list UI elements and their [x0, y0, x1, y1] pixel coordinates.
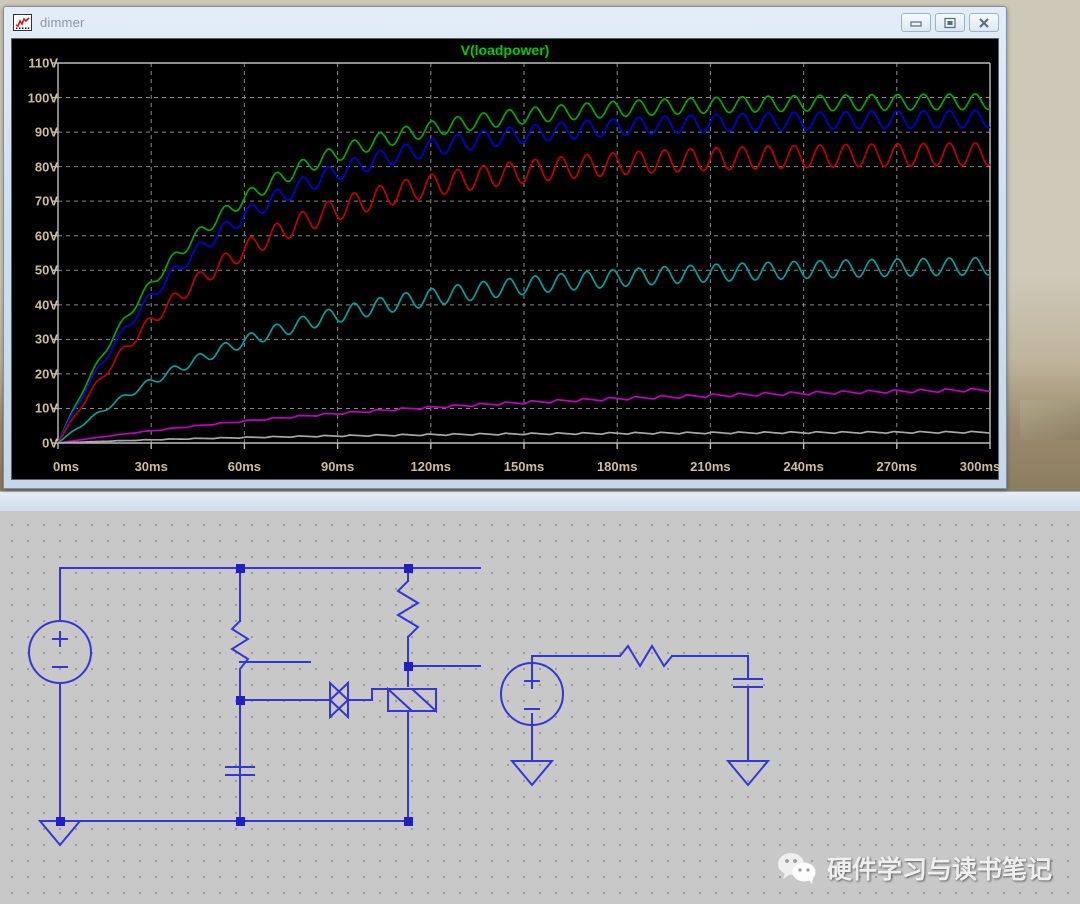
x-tick-label: 150ms	[503, 459, 545, 474]
diac-triangle-left	[329, 680, 350, 720]
watermark: 硬件学习与读书笔记	[777, 850, 1052, 886]
waveform-window[interactable]: dimmer V(loadpower) 0V 10V 20V 30V 40V 5…	[3, 6, 1007, 489]
resistor-r2-symbol	[618, 644, 674, 668]
x-tick-label: 300ms	[959, 459, 1001, 474]
v1-plus-icon	[52, 631, 68, 647]
y-tick-label: 70V	[34, 193, 58, 209]
minimize-button[interactable]	[901, 13, 931, 32]
x-tick-label: 210ms	[690, 459, 731, 474]
y-tick-label: 50V	[34, 262, 58, 278]
x-tick-label: 180ms	[596, 459, 638, 474]
schematic-drawing[interactable]	[0, 511, 1080, 904]
y-tick-label: 100V	[27, 90, 58, 106]
wallpaper-ridge	[1020, 400, 1080, 440]
window-controls[interactable]	[901, 13, 999, 32]
x-tick-label: 90ms	[320, 459, 355, 474]
voltage-source-v1-symbol	[28, 620, 92, 684]
triac-tri-2	[409, 688, 437, 714]
x-tick-label: 60ms	[227, 459, 262, 474]
maximize-icon	[944, 17, 956, 28]
diac-triangle-right	[328, 680, 349, 720]
junction-dots	[56, 564, 413, 826]
x-tick-label: 120ms	[410, 459, 452, 474]
x-tick-label: 30ms	[134, 459, 168, 474]
y-tick-label: 10V	[34, 400, 58, 416]
maximize-button[interactable]	[935, 13, 965, 32]
window-background-strip	[0, 491, 1080, 512]
grid-lines	[58, 63, 990, 443]
close-button[interactable]	[969, 13, 999, 32]
triac-tri-1	[387, 686, 415, 712]
resistor-rload-symbol	[396, 579, 420, 639]
y-tick-label: 110V	[28, 55, 58, 71]
close-icon	[979, 17, 989, 28]
y-tick-label: 0V	[42, 435, 58, 451]
y-tick-label: 80V	[34, 159, 58, 175]
y-axis-labels: 0V 10V 20V 30V 40V 50V 60V 70V 80V 90V 100V 110V	[12, 39, 58, 479]
b1-plus-icon	[524, 673, 540, 689]
x-axis-labels: 0ms 30ms 60ms 90ms 120ms 150ms 180ms 210ms 240ms…	[12, 459, 1001, 477]
x-tick-label: 240ms	[783, 459, 824, 474]
x-tick-label: 270ms	[876, 459, 918, 474]
window-title: dimmer	[40, 14, 85, 30]
ground-symbol-b1	[509, 760, 555, 787]
y-tick-label: 30V	[34, 331, 58, 347]
watermark-text: 硬件学习与读书笔记	[826, 855, 1052, 884]
schematic-editor[interactable]: ge V1 SINE(0 166 60) R1 {Rdim} C1 .062µ …	[0, 511, 1080, 904]
plot-panel[interactable]: V(loadpower) 0V 10V 20V 30V 40V 50V 60V 70V 80V 9…	[11, 38, 1001, 480]
minimize-icon	[910, 21, 922, 27]
ground-symbol-c3	[725, 760, 771, 787]
ltspice-waveform-icon	[13, 13, 32, 31]
x-tick-label: 0ms	[52, 459, 80, 474]
y-tick-label: 40V	[34, 297, 58, 313]
waveform-plot[interactable]	[12, 39, 998, 479]
y-tick-label: 20V	[34, 366, 58, 382]
y-tick-label: 60V	[34, 228, 58, 244]
y-tick-label: 90V	[34, 124, 58, 140]
window-titlebar[interactable]: dimmer	[4, 7, 1006, 37]
wechat-icon	[777, 851, 817, 885]
